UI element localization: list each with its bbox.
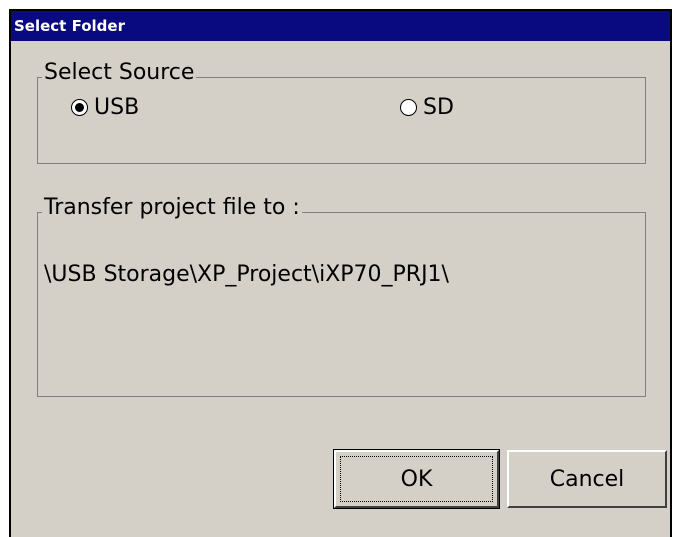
radio-sd[interactable]: SD: [400, 95, 454, 120]
radio-selected-dot: [75, 103, 84, 112]
radio-usb[interactable]: USB: [71, 95, 139, 120]
destination-path: \USB Storage\XP_Project\iXP70_PRJ1\: [44, 262, 449, 287]
ok-button[interactable]: OK: [333, 449, 500, 509]
cancel-button-label: Cancel: [549, 466, 625, 492]
radio-usb-label[interactable]: USB: [94, 95, 139, 120]
title-bar: Select Folder: [11, 11, 670, 41]
cancel-button[interactable]: Cancel: [507, 450, 667, 508]
transfer-target-label: Transfer project file to :: [42, 194, 302, 222]
select-source-label: Select Source: [42, 59, 197, 87]
transfer-target-group: Transfer project file to : \USB Storage\…: [37, 194, 646, 397]
ok-button-label: OK: [400, 466, 433, 492]
select-source-group: Select Source USB SD: [37, 59, 646, 164]
select-folder-dialog: Select Folder Select Source USB SD Trans…: [9, 9, 672, 537]
radio-sd-label[interactable]: SD: [423, 95, 454, 120]
radio-sd-circle[interactable]: [400, 99, 417, 116]
radio-usb-circle[interactable]: [71, 99, 88, 116]
window-title: Select Folder: [14, 17, 125, 35]
